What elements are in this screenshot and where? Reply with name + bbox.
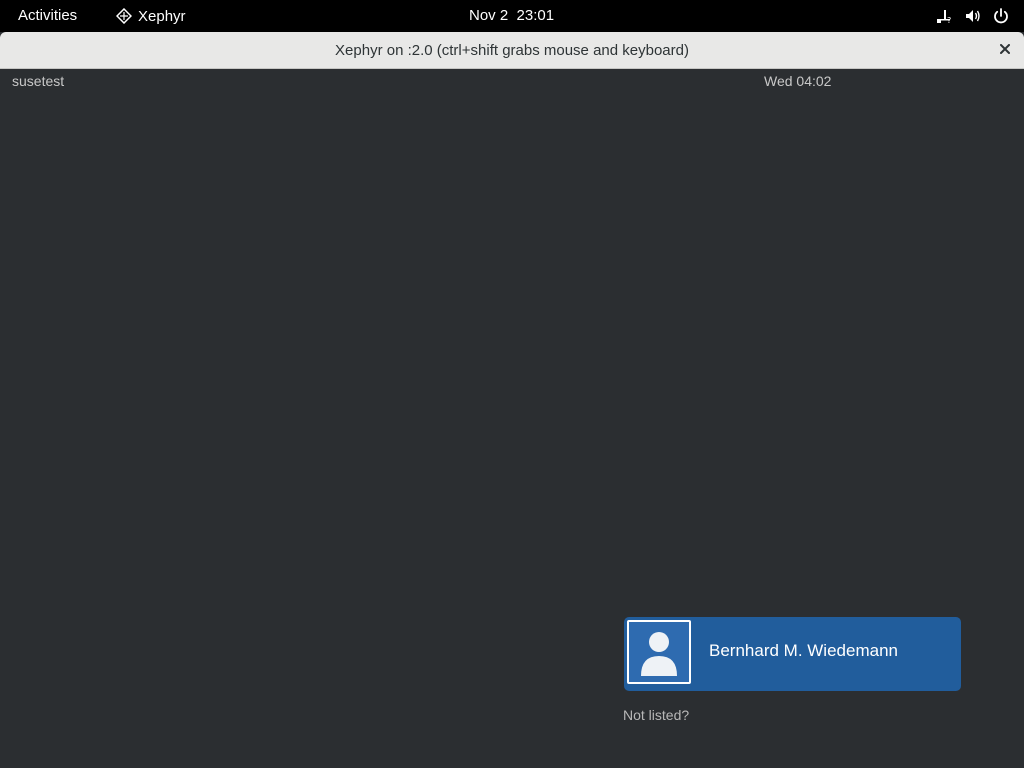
svg-text:?: ?	[947, 16, 951, 25]
system-menu-button[interactable]: ?	[936, 0, 1010, 32]
user-list-item[interactable]: Bernhard M. Wiedemann	[624, 617, 961, 691]
power-icon	[992, 7, 1010, 25]
window-titlebar[interactable]: Xephyr on :2.0 (ctrl+shift grabs mouse a…	[0, 32, 1024, 69]
activities-button[interactable]: Activities	[18, 0, 77, 32]
network-unknown-icon: ?	[936, 7, 954, 25]
volume-icon	[964, 7, 982, 25]
top-bar: Activities Xephyr Nov 2 23:01 ?	[0, 0, 1024, 32]
not-listed-button[interactable]: Not listed?	[623, 707, 689, 723]
user-name: Bernhard M. Wiedemann	[709, 641, 898, 660]
date-time-button[interactable]: Nov 2 23:01	[469, 0, 554, 32]
close-icon	[1000, 41, 1010, 59]
default-user-icon	[627, 620, 691, 684]
xephyr-app-icon	[116, 8, 132, 24]
greeter-clock: Wed 04:02	[764, 73, 832, 89]
close-button[interactable]	[996, 41, 1014, 59]
app-menu-label: Xephyr	[138, 7, 186, 25]
login-screen: susetest Wed 04:02 Bernhard M. Wiedemann…	[0, 69, 1024, 768]
app-menu-button[interactable]: Xephyr	[116, 0, 186, 32]
window-title: Xephyr on :2.0 (ctrl+shift grabs mouse a…	[335, 42, 689, 59]
hostname-label: susetest	[12, 73, 65, 89]
